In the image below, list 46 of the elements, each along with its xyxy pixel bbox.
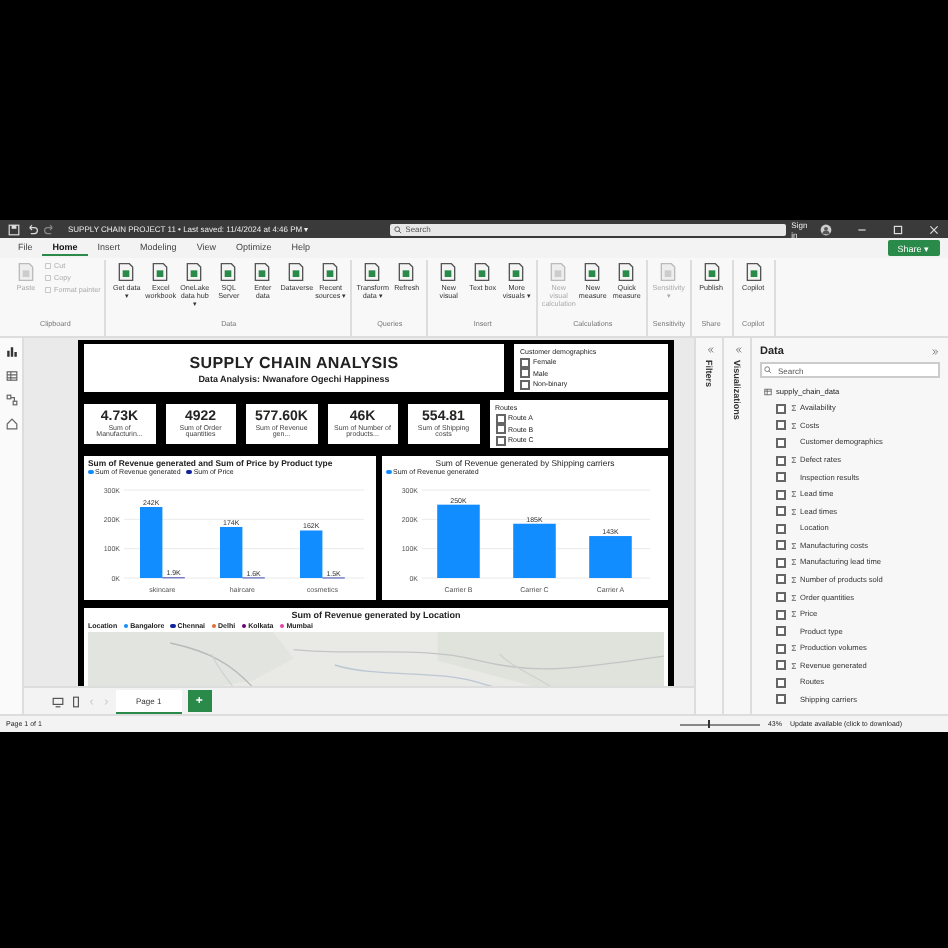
avatar-icon[interactable]: [820, 223, 832, 235]
checkbox[interactable]: [776, 540, 786, 551]
checkbox[interactable]: [776, 609, 786, 620]
checkbox[interactable]: [776, 626, 786, 637]
checkbox[interactable]: [776, 694, 786, 705]
undo-icon[interactable]: [26, 223, 38, 235]
checkbox[interactable]: [520, 368, 530, 378]
checkbox[interactable]: [776, 437, 786, 448]
search-icon: [764, 366, 772, 375]
maximize-icon[interactable]: [892, 223, 904, 235]
desktop-icon[interactable]: [52, 695, 64, 707]
checkbox[interactable]: [776, 472, 786, 483]
checkbox[interactable]: [776, 489, 786, 500]
checkbox[interactable]: [776, 660, 786, 671]
checkbox[interactable]: [776, 557, 786, 568]
bar: [513, 523, 556, 578]
checkbox[interactable]: [495, 424, 505, 434]
checkbox[interactable]: [776, 506, 786, 517]
checkbox[interactable]: [776, 523, 786, 534]
close-icon[interactable]: [928, 223, 940, 235]
checkbox[interactable]: [776, 420, 786, 431]
minimize-icon[interactable]: [856, 223, 868, 235]
redo-icon[interactable]: [44, 223, 56, 235]
chevron-icon[interactable]: [932, 347, 940, 356]
checkbox[interactable]: [776, 403, 786, 414]
checkbox[interactable]: [776, 574, 786, 585]
save-icon[interactable]: [8, 223, 20, 235]
bar: [589, 536, 632, 578]
search-icon: [393, 225, 402, 233]
report-title: SUPPLY CHAIN ANALYSIS: [189, 353, 399, 371]
checkbox[interactable]: [495, 435, 505, 445]
bar: [437, 504, 480, 578]
checkbox[interactable]: [495, 413, 505, 423]
checkbox[interactable]: [776, 643, 786, 654]
checkbox[interactable]: [520, 357, 530, 367]
model-view-icon[interactable]: [5, 394, 17, 406]
chevron-icon[interactable]: [733, 346, 741, 354]
checkbox[interactable]: [776, 592, 786, 602]
table-view-icon[interactable]: [5, 370, 17, 382]
report-view-icon[interactable]: [5, 346, 17, 358]
checkbox[interactable]: [776, 455, 786, 465]
table-icon: [764, 387, 772, 396]
phone-icon[interactable]: [70, 695, 82, 707]
checkbox[interactable]: [776, 677, 786, 688]
chevron-icon[interactable]: [705, 346, 713, 354]
checkbox[interactable]: [520, 379, 530, 389]
